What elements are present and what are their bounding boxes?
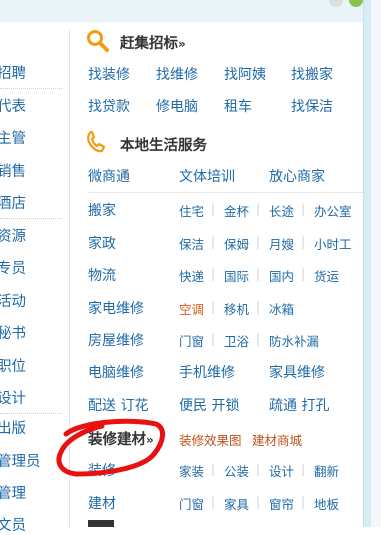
decor-link[interactable]: 建材商城 [252,430,302,449]
left-menu-item[interactable]: 酒店 [0,192,26,213]
decor-sub-link[interactable]: 窗帘 [269,494,294,513]
pipe-separator: | [301,462,306,476]
local-sub-link[interactable]: 货运 [314,266,339,285]
left-menu-divider [0,218,62,219]
left-menu-item[interactable]: 销售 [0,160,26,181]
pipe-separator: | [211,495,216,509]
ganji-link[interactable]: 找贷款 [88,96,130,116]
red-annotation-circle [56,418,165,477]
pipe-separator: | [211,267,216,281]
local-sub-link[interactable]: 保洁 [179,234,204,253]
left-menu-item[interactable]: 设计 [0,387,26,408]
ganji-link[interactable]: 租车 [224,96,252,116]
local-sub-link-highlight[interactable]: 空调 [179,299,204,318]
local-sub-link[interactable]: 住宅 [179,201,204,220]
decor-sub-link[interactable]: 门窗 [179,494,204,513]
left-menu-divider [0,88,62,89]
decor-sub-link[interactable]: 地板 [314,494,339,513]
decor-sub-link[interactable]: 公装 [224,461,249,480]
left-menu-item[interactable]: 出版 [0,417,26,438]
local-sub-link[interactable]: 门窗 [179,331,204,350]
ganji-link[interactable]: 找装修 [88,64,130,84]
top-strip [0,0,381,22]
local-category[interactable]: 物流 [88,265,116,285]
decor-link[interactable]: 装修效果图 [179,430,242,449]
more-arrow: » [178,37,186,51]
left-menu-item[interactable]: 招聘 [0,62,26,83]
pipe-separator: | [301,235,306,249]
local-category[interactable]: 家电维修 [88,298,144,318]
search-icon [86,29,110,57]
pipe-separator: | [211,202,216,216]
left-menu-item[interactable]: 资源 [0,225,26,246]
local-sub-link[interactable]: 长途 [269,201,294,220]
right-gutter [371,0,381,527]
local-sub-link[interactable]: 保姆 [224,234,249,253]
decor-sub-link[interactable]: 设计 [269,461,294,480]
local-category[interactable]: 家政 [88,233,116,253]
section-title-text: 赶集招标 [120,36,178,52]
pipe-separator: | [301,267,306,281]
local-sub-link[interactable]: 冰箱 [269,299,294,318]
local-sub-link[interactable]: 移机 [224,299,249,318]
ganji-link[interactable]: 找搬家 [291,64,333,84]
ganji-link[interactable]: 找维修 [156,64,198,84]
pipe-separator: | [256,235,261,249]
pipe-separator: | [256,495,261,509]
local-top-link[interactable]: 放心商家 [269,166,325,186]
local-sub-link[interactable]: 手机维修 [179,362,235,382]
local-sub-link[interactable]: 快递 [179,266,204,285]
local-sub-link[interactable]: 家具维修 [269,362,325,382]
local-sub-link[interactable]: 小时工 [314,234,352,253]
local-sub-link[interactable]: 疏通 打孔 [269,395,329,415]
ganji-link[interactable]: 找保洁 [291,96,333,116]
ganji-link[interactable]: 修电脑 [156,96,198,116]
pipe-separator: | [301,495,306,509]
pipe-separator: | [211,235,216,249]
divider [88,192,363,193]
pipe-separator: | [256,202,261,216]
local-top-link[interactable]: 文体培训 [179,166,235,186]
pipe-separator: | [211,332,216,346]
left-menu-item[interactable]: 秘书 [0,322,26,343]
left-menu-item[interactable]: 职位 [0,355,26,376]
decor-sub-link[interactable]: 家具 [224,494,249,513]
pipe-separator: | [256,462,261,476]
left-menu-item[interactable]: 管理员 [0,450,41,471]
ganji-link[interactable]: 找阿姨 [224,64,266,84]
pipe-separator: | [211,300,216,314]
local-sub-link[interactable]: 卫浴 [224,331,249,350]
decor-sub-link[interactable]: 翻新 [314,461,339,480]
local-sub-link[interactable]: 国内 [269,266,294,285]
decor-sub-link[interactable]: 家装 [179,461,204,480]
section-title-ganji[interactable]: 赶集招标» [120,32,186,53]
cutoff-title-fragment [88,520,114,527]
local-sub-link[interactable]: 便民 开锁 [179,395,239,415]
section-title-local: 本地生活服务 [120,138,207,154]
pipe-separator: | [256,300,261,314]
local-category[interactable]: 房屋维修 [88,330,144,350]
local-sub-link[interactable]: 金杯 [224,201,249,220]
local-top-link[interactable]: 微商通 [88,166,130,186]
phone-icon [86,130,108,158]
local-sub-link[interactable]: 办公室 [314,201,352,220]
local-sub-link[interactable]: 月嫂 [269,234,294,253]
decor-category[interactable]: 建材 [88,493,116,513]
left-menu-item[interactable]: 专员 [0,257,26,278]
left-menu-item[interactable]: 活动 [0,290,26,311]
left-menu-item[interactable]: 管理 [0,482,26,503]
pipe-separator: | [211,462,216,476]
local-category[interactable]: 电脑维修 [88,362,144,382]
local-sub-link[interactable]: 防水补漏 [269,331,319,350]
local-sub-link[interactable]: 国际 [224,266,249,285]
pipe-separator: | [256,267,261,281]
pipe-separator: | [301,202,306,216]
local-category[interactable]: 搬家 [88,200,116,220]
left-menu-item[interactable]: 主管 [0,127,26,148]
pipe-separator: | [256,332,261,346]
left-menu-item[interactable]: 文员 [0,514,26,535]
left-menu-item[interactable]: 代表 [0,95,26,116]
